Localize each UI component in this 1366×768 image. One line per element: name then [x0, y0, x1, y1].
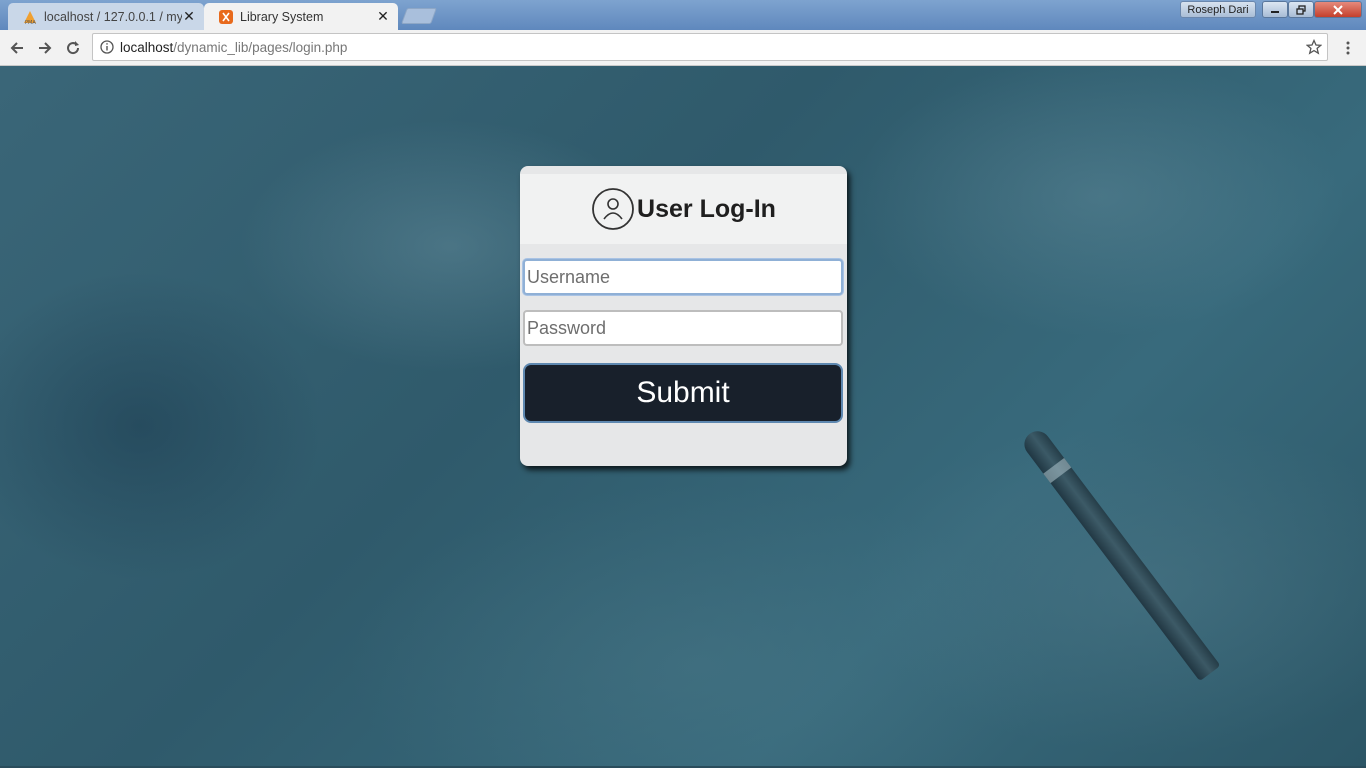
username-input[interactable] [523, 259, 843, 295]
svg-text:PMA: PMA [25, 20, 36, 25]
minimize-button[interactable] [1262, 1, 1288, 18]
minimize-icon [1271, 10, 1279, 13]
url-text: localhost/dynamic_lib/pages/login.php [120, 40, 1305, 55]
tab-library-system[interactable]: Library System ✕ [204, 3, 398, 30]
url-path: /dynamic_lib/pages/login.php [173, 39, 348, 55]
address-bar[interactable]: localhost/dynamic_lib/pages/login.php [92, 33, 1328, 61]
login-page: User Log-In Submit [0, 66, 1366, 768]
background-photo-pen [1019, 426, 1221, 682]
login-card-header: User Log-In [520, 174, 847, 244]
user-icon [592, 188, 634, 230]
url-host: localhost [120, 39, 174, 55]
submit-button[interactable]: Submit [523, 363, 843, 423]
tab-phpmyadmin[interactable]: PMA localhost / 127.0.0.1 / my ✕ [8, 3, 204, 30]
forward-button[interactable] [34, 37, 56, 59]
restore-button[interactable] [1288, 1, 1314, 18]
back-arrow-icon [10, 42, 23, 54]
tab-title: localhost / 127.0.0.1 / my [44, 9, 182, 24]
close-tab-icon[interactable]: ✕ [182, 8, 196, 24]
profile-button[interactable]: Roseph Dari [1180, 1, 1256, 18]
bookmark-star-icon[interactable] [1305, 38, 1323, 56]
login-title: User Log-In [637, 194, 776, 223]
reload-icon [67, 41, 80, 55]
tab-title: Library System [240, 9, 324, 24]
close-window-button[interactable] [1314, 1, 1362, 18]
reload-button[interactable] [62, 37, 84, 59]
browser-title-bar: PMA localhost / 127.0.0.1 / my ✕ Library… [0, 0, 1366, 30]
browser-toolbar: localhost/dynamic_lib/pages/login.php [0, 30, 1366, 66]
phpmyadmin-icon: PMA [22, 9, 38, 25]
forward-arrow-icon [39, 42, 52, 54]
restore-icon [1296, 4, 1306, 15]
new-tab-button[interactable] [401, 8, 437, 24]
password-input[interactable] [523, 310, 843, 346]
close-icon [1333, 4, 1343, 15]
login-card: User Log-In Submit [520, 166, 847, 466]
browser-menu-icon[interactable] [1340, 37, 1356, 59]
back-button[interactable] [6, 37, 28, 59]
xampp-icon [218, 9, 234, 25]
close-tab-icon[interactable]: ✕ [376, 8, 390, 24]
info-icon[interactable] [99, 39, 115, 55]
